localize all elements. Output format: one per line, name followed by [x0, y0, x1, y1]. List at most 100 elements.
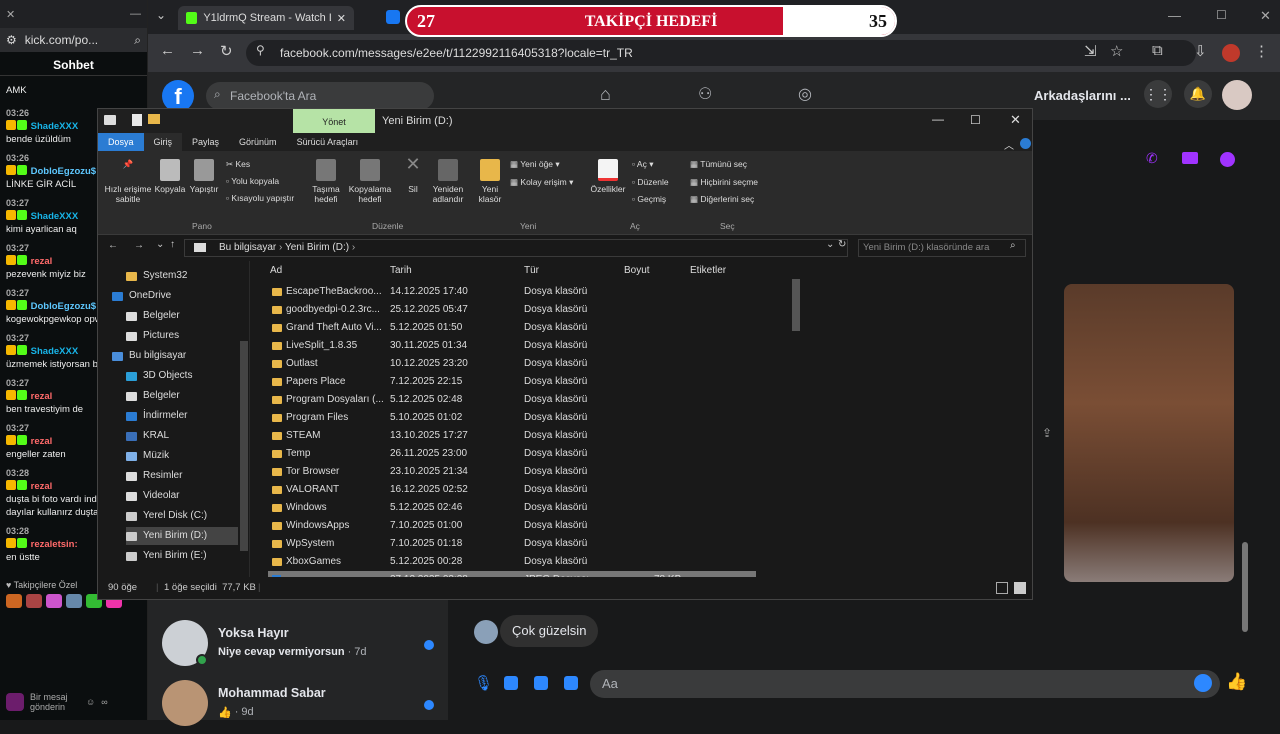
notifications-bell-icon[interactable]: 🔔: [1184, 80, 1212, 108]
infinity-icon[interactable]: ∞: [101, 697, 107, 707]
ribbon-tab[interactable]: Sürücü Araçları: [287, 137, 369, 147]
column-header[interactable]: Tarih: [390, 265, 412, 276]
close-icon[interactable]: ✕: [337, 12, 346, 25]
file-row[interactable]: VALORANT 16.12.2025 02:52 Dosya klasörü: [268, 481, 756, 499]
info-icon[interactable]: [1220, 152, 1235, 167]
file-row[interactable]: WindowsApps 7.10.2025 01:00 Dosya klasörü: [268, 517, 756, 535]
tree-item[interactable]: Bu bilgisayar: [112, 347, 186, 365]
facebook-search-input[interactable]: Facebook'ta Ara: [206, 82, 434, 110]
up-icon[interactable]: ↑: [170, 239, 175, 250]
like-icon[interactable]: 👍: [1226, 672, 1247, 692]
emoji-icon[interactable]: [1194, 674, 1212, 692]
emote-icon[interactable]: [6, 594, 22, 608]
message-input[interactable]: Aa: [590, 670, 1220, 698]
emote-icon[interactable]: [66, 594, 82, 608]
tab-search-icon[interactable]: ⌄: [156, 8, 166, 22]
file-row[interactable]: Windows 5.12.2025 02:46 Dosya klasörü: [268, 499, 756, 517]
close-icon[interactable]: ✕: [1010, 112, 1021, 128]
move-to-button[interactable]: Taşıma hedefi: [306, 159, 346, 204]
file-row[interactable]: STEAM 13.10.2025 17:27 Dosya klasörü: [268, 427, 756, 445]
download-icon[interactable]: ⇩: [1194, 42, 1207, 60]
tree-item[interactable]: OneDrive: [112, 287, 171, 305]
ribbon-tab[interactable]: Paylaş: [182, 137, 229, 147]
tree-item[interactable]: Yeni Birim (D:): [126, 527, 238, 545]
bookmark-star-icon[interactable]: ☆: [1110, 42, 1123, 60]
chat-username[interactable]: rezal: [31, 391, 53, 402]
gif-icon[interactable]: [564, 676, 578, 690]
friends-icon[interactable]: ⚇: [698, 84, 712, 104]
tree-item[interactable]: Resimler: [126, 467, 182, 485]
invert-selection-button[interactable]: ▦ Diğerlerini seç: [690, 194, 754, 205]
scrollbar-thumb[interactable]: [1242, 542, 1248, 632]
file-row[interactable]: XboxGames 5.12.2025 00:28 Dosya klasörü: [268, 553, 756, 571]
call-icon[interactable]: ✆: [1146, 150, 1158, 167]
file-row[interactable]: goodbyedpi-0.2.3rc... 25.12.2025 05:47 Dos…: [268, 301, 756, 319]
copy-button[interactable]: Kopyala: [152, 159, 188, 194]
conversation-item[interactable]: Yoksa Hayır Niye cevap vermiyorsun · 7d: [160, 618, 450, 674]
chat-username[interactable]: ShadeXXX: [31, 121, 79, 132]
settings-icon[interactable]: ⚙: [6, 33, 17, 47]
chat-input-row[interactable]: Bir mesaj gönderin ☺ ∞: [0, 684, 148, 720]
facebook-tab-icon[interactable]: [386, 10, 400, 24]
emote-icon[interactable]: [46, 594, 62, 608]
help-icon[interactable]: [1020, 138, 1031, 149]
file-row[interactable]: Outlast 10.12.2025 23:20 Dosya klasörü: [268, 355, 756, 373]
forward-icon[interactable]: →: [134, 240, 144, 251]
paste-shortcut-button[interactable]: ▫ Kısayolu yapıştır: [226, 193, 294, 203]
history-button[interactable]: ▫ Geçmiş: [632, 194, 666, 204]
column-header[interactable]: Tür: [524, 265, 539, 276]
list-scrollbar-thumb[interactable]: [792, 279, 800, 331]
extensions-icon[interactable]: ⧉: [1152, 42, 1163, 59]
chat-username[interactable]: rezaletsin:: [31, 539, 78, 550]
copy-to-button[interactable]: Kopyalama hedefi: [346, 159, 394, 204]
search-icon[interactable]: ⌕: [134, 33, 141, 48]
properties-icon[interactable]: [132, 114, 142, 126]
details-view-icon[interactable]: [996, 582, 1008, 594]
window-maximize-icon[interactable]: ☐: [1216, 8, 1227, 22]
tree-item[interactable]: KRAL: [126, 427, 169, 445]
chat-tab-title[interactable]: Sohbet: [0, 52, 147, 76]
forward-icon[interactable]: →: [190, 42, 205, 59]
menu-grid-icon[interactable]: ⋮⋮: [1144, 80, 1172, 108]
select-none-button[interactable]: ▦ Hiçbirini seçme: [690, 177, 758, 188]
file-row[interactable]: EscapeTheBackroo... 14.12.2025 17:40 Dosya…: [268, 283, 756, 301]
rename-button[interactable]: Yeniden adlandır: [426, 159, 470, 204]
chat-scrollbar[interactable]: [1240, 186, 1248, 646]
minimize-icon[interactable]: —: [932, 112, 944, 126]
file-row[interactable]: Program Files 5.10.2025 01:02 Dosya klasör…: [268, 409, 756, 427]
profile-avatar[interactable]: [1222, 44, 1240, 62]
cut-button[interactable]: ✂ Kes: [226, 159, 250, 170]
chat-username[interactable]: DobloEgzozu$: [31, 301, 96, 312]
easy-access-button[interactable]: ▦ Kolay erişim ▾: [510, 177, 573, 188]
ribbon-tab[interactable]: Giriş: [143, 133, 183, 151]
new-folder-button[interactable]: Yeni klasör: [474, 159, 506, 204]
column-header[interactable]: Etiketler: [690, 265, 726, 276]
tree-scrollbar-thumb[interactable]: [240, 341, 248, 551]
tree-item[interactable]: System32: [126, 267, 187, 285]
delete-button[interactable]: ✕ Sil: [398, 155, 428, 194]
emote-icon[interactable]: [26, 594, 42, 608]
list-scrollbar[interactable]: [790, 261, 802, 577]
file-row[interactable]: LiveSplit_1.8.35 30.11.2025 01:34 Dosya kl…: [268, 337, 756, 355]
site-info-icon[interactable]: ⚲: [256, 43, 265, 57]
chat-close-icon[interactable]: ✕: [6, 8, 15, 21]
file-row[interactable]: Grand Theft Auto Vi... 5.12.2025 01:50 Dos…: [268, 319, 756, 337]
column-header[interactable]: Boyut: [624, 265, 650, 276]
url-bar[interactable]: facebook.com/messages/e2ee/t/11229921164…: [246, 40, 1196, 66]
mic-icon[interactable]: 🎙: [474, 674, 493, 692]
file-row[interactable]: Papers Place 7.12.2025 22:15 Dosya klasörü: [268, 373, 756, 391]
tree-item[interactable]: İndirmeler: [126, 407, 187, 425]
tab-kick[interactable]: Y1ldrmQ Stream - Watch Live o ✕: [178, 6, 354, 30]
chat-username[interactable]: ShadeXXX: [31, 346, 79, 357]
thumbnail-view-icon[interactable]: [1014, 582, 1026, 594]
back-icon[interactable]: ←: [160, 42, 175, 59]
tree-item[interactable]: Yerel Disk (C:): [126, 507, 207, 525]
tree-item[interactable]: Belgeler: [126, 307, 180, 325]
copy-path-button[interactable]: ▫ Yolu kopyala: [226, 176, 279, 186]
tree-scrollbar[interactable]: [238, 261, 250, 577]
chat-username[interactable]: ShadeXXX: [31, 211, 79, 222]
breadcrumb-item[interactable]: Yeni Birim (D:): [285, 242, 349, 253]
file-row[interactable]: WpSystem 7.10.2025 01:18 Dosya klasörü: [268, 535, 756, 553]
properties-button[interactable]: Özellikler: [588, 159, 628, 194]
tree-item[interactable]: Yeni Birim (E:): [126, 547, 207, 565]
